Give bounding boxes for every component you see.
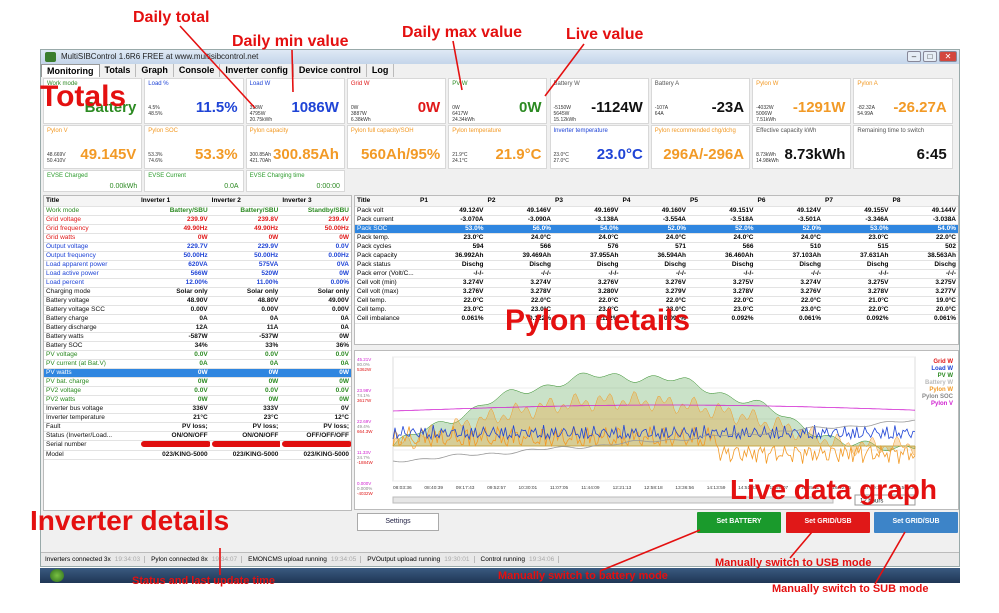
annotation-daily-total: Daily total (133, 9, 210, 26)
annotation-daily-max: Daily max value (402, 24, 523, 41)
annotation-totals: Totals (40, 80, 127, 113)
annotation-usb-mode: Manually switch to USB mode (715, 557, 872, 569)
annotation-battery-mode: Manually switch to battery mode (498, 570, 668, 582)
annotation-daily-min: Daily min value (232, 33, 349, 50)
annotation-status-time: Status and last update time (132, 575, 276, 587)
annotation-pylon-details: Pylon details (505, 304, 691, 337)
annotation-live-graph: Live data graph (730, 474, 937, 505)
annotation-sub-mode: Manually switch to SUB mode (772, 583, 929, 595)
annotation-inverter-details: Inverter details (30, 505, 230, 536)
annotation-live-value: Live value (566, 26, 644, 43)
